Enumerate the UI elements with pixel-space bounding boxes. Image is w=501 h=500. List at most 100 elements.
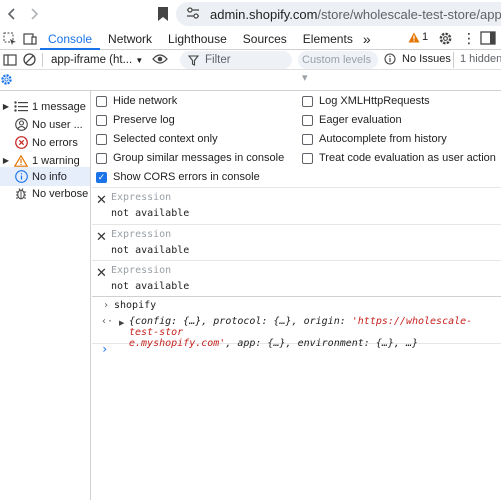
expand-arrow-icon[interactable]: ▶ (0, 156, 12, 165)
expand-arrow-icon[interactable]: ▶ (0, 102, 12, 111)
issues-button[interactable]: No Issues (402, 53, 451, 65)
url-host: admin.shopify.com (210, 6, 318, 22)
sidebar-item-label: No verbose (32, 187, 89, 200)
more-options-icon[interactable]: ⋮ (462, 31, 476, 45)
list-icon (12, 99, 30, 115)
context-selector[interactable]: app-iframe (ht... ▼ (47, 54, 147, 66)
remove-expression-icon[interactable]: ✕ (96, 229, 107, 245)
log-xhr-checkbox[interactable]: Log XMLHttpRequests (302, 95, 430, 107)
hide-network-checkbox[interactable]: Hide network (96, 95, 177, 107)
info-icon (12, 169, 30, 185)
console-prompt[interactable]: › (92, 339, 501, 356)
toolbar-divider (42, 52, 43, 67)
tab-network[interactable]: Network (100, 28, 160, 50)
console-toolbar: app-iframe (ht... ▼ Filter Custom levels… (0, 50, 501, 84)
browser-toolbar: admin.shopify.com/store/wholescale-test-… (0, 0, 501, 28)
expression-value: not available (111, 281, 190, 292)
checkbox-box[interactable] (96, 95, 107, 107)
checkbox-label: Log XMLHttpRequests (319, 95, 430, 107)
checkbox-box[interactable] (96, 152, 107, 164)
sidebar-item-messages[interactable]: ▶ 1 message (0, 97, 90, 116)
more-tabs-button[interactable]: » (361, 28, 373, 50)
preserve-log-checkbox[interactable]: Preserve log (96, 114, 175, 126)
live-expression[interactable]: ✕ Expression not available (92, 187, 501, 224)
hidden-count: 1 hidden (460, 53, 501, 65)
chevron-down-icon: ▼ (135, 55, 144, 65)
issues-info-icon (384, 53, 396, 68)
remove-expression-icon[interactable]: ✕ (96, 265, 107, 281)
checkbox-label: Eager evaluation (319, 114, 402, 126)
checkbox-box[interactable] (302, 133, 313, 145)
context-label: app-iframe (ht... (51, 53, 133, 66)
warning-count: 1 (422, 31, 429, 43)
checkbox-box[interactable] (96, 114, 107, 126)
sidebar-item-user-messages[interactable]: No user ... (0, 115, 90, 134)
filter-input[interactable]: Filter (180, 51, 292, 69)
checkbox-label: Preserve log (113, 114, 175, 126)
checkbox-label: Show CORS errors in console (113, 171, 260, 183)
live-expression[interactable]: ✕ Expression not available (92, 260, 501, 297)
checkbox-box[interactable] (302, 114, 313, 126)
object-preview-start: {config: {…}, protocol: {…}, origin: (129, 316, 352, 327)
bug-icon (12, 186, 30, 202)
url-path: /store/wholescale-test-store/apps/review… (317, 6, 501, 22)
checkbox-box[interactable] (302, 95, 313, 107)
tab-elements[interactable]: Elements (295, 28, 361, 50)
sidebar-item-errors[interactable]: No errors (0, 133, 90, 152)
eager-evaluation-checkbox[interactable]: Eager evaluation (302, 114, 402, 126)
address-bar[interactable]: admin.shopify.com/store/wholescale-test-… (176, 2, 501, 26)
input-code[interactable]: shopify (114, 300, 156, 311)
checkbox-label: Group similar messages in console (113, 152, 285, 164)
warning-counter[interactable]: 1 (408, 31, 428, 43)
remove-expression-icon[interactable]: ✕ (96, 192, 107, 208)
filter-placeholder: Filter (205, 54, 231, 66)
sidebar-item-verbose[interactable]: No verbose (0, 184, 90, 203)
checkbox-label: Hide network (113, 95, 178, 107)
checkbox-label: Selected context only (113, 133, 218, 145)
inspect-element-icon[interactable] (0, 32, 20, 46)
checkbox-checked-icon[interactable]: ✓ (96, 171, 107, 183)
expression-value: not available (111, 245, 190, 256)
device-toolbar-icon[interactable] (20, 32, 40, 46)
autocomplete-history-checkbox[interactable]: Autocomplete from history (302, 133, 447, 145)
dock-side-icon[interactable] (480, 31, 496, 48)
toolbar-divider (453, 52, 454, 68)
checkbox-label: Autocomplete from history (319, 133, 447, 145)
prompt-chevron-icon: › (101, 342, 109, 356)
back-icon[interactable] (0, 2, 24, 26)
sidebar-item-label: 1 message (32, 100, 86, 113)
user-icon (12, 117, 30, 133)
site-settings-icon[interactable] (186, 6, 200, 22)
error-icon (12, 135, 30, 151)
console-input-entry: › shopify (92, 297, 501, 314)
expression-name[interactable]: Expression (111, 192, 171, 203)
checkbox-box[interactable] (96, 133, 107, 145)
devtools-tab-bar: Console Network Lighthouse Sources Eleme… (0, 28, 501, 50)
result-arrow-icon: ‹· (101, 316, 114, 327)
bookmark-icon[interactable] (156, 6, 170, 22)
sidebar-toggle-icon[interactable] (0, 53, 20, 66)
live-expression-eye-icon[interactable] (152, 53, 168, 68)
tab-sources[interactable]: Sources (235, 28, 295, 50)
selected-context-checkbox[interactable]: Selected context only (96, 133, 218, 145)
expand-object-icon[interactable]: ▶ (119, 319, 124, 327)
expression-name[interactable]: Expression (111, 229, 171, 240)
expression-name[interactable]: Expression (111, 265, 171, 276)
tab-lighthouse[interactable]: Lighthouse (160, 28, 235, 50)
live-expression[interactable]: ✕ Expression not available (92, 224, 501, 261)
console-settings-panel: Hide network Preserve log Selected conte… (92, 91, 501, 187)
expression-value: not available (111, 208, 190, 219)
group-similar-checkbox[interactable]: Group similar messages in console (96, 152, 284, 164)
checkbox-label: Treat code evaluation as user action (319, 152, 496, 164)
checkbox-box[interactable] (302, 152, 313, 164)
console-sidebar: ▶ 1 message No user ... No errors ▶ 1 wa… (0, 91, 91, 500)
console-settings-gear-icon[interactable] (0, 73, 13, 89)
settings-gear-icon[interactable] (438, 31, 453, 49)
forward-icon[interactable] (22, 2, 46, 26)
warning-icon (408, 32, 420, 42)
treat-code-eval-checkbox[interactable]: Treat code evaluation as user action (302, 152, 496, 164)
show-cors-errors-checkbox[interactable]: ✓ Show CORS errors in console (96, 171, 260, 183)
tab-console[interactable]: Console (40, 28, 101, 50)
log-levels-dropdown[interactable]: Custom levels ▾ (298, 51, 378, 84)
clear-console-icon[interactable] (20, 53, 38, 66)
